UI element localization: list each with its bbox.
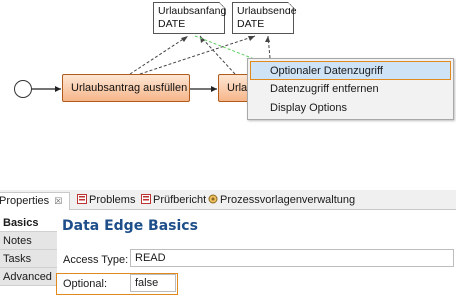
side-tab-advanced[interactable]: Advanced (0, 268, 57, 286)
access-type-field[interactable]: READ (130, 249, 454, 267)
start-event[interactable] (14, 80, 32, 98)
sequence-flow-task-arrow (211, 86, 217, 92)
menu-item-label: Optionaler Datenzugriff (270, 65, 383, 77)
tab-label: Problems (89, 194, 136, 206)
data-object-type: DATE (237, 18, 265, 30)
data-edge-arrow (265, 36, 270, 42)
menu-item-label: Display Options (270, 102, 348, 114)
menu-item-optionaler-datenzugriff[interactable]: Optionaler Datenzugriff (250, 61, 451, 80)
menu-item-display-options[interactable]: Display Options (250, 99, 451, 118)
data-object-urlaubsende[interactable]: Urlaubsende DATE (232, 2, 297, 34)
menu-item-datenzugriff-entfernen[interactable]: Datenzugriff entfernen (250, 80, 451, 99)
tab-prozessvorlagenverwaltung[interactable]: Prozessvorlagenverwaltung (205, 192, 355, 210)
tab-label: Properties (0, 195, 50, 207)
side-tab-notes[interactable]: Notes (0, 232, 57, 250)
process-templates-icon (208, 194, 218, 204)
view-tab-bar: Properties ☒ Problems Prüfbericht Prozes… (0, 190, 456, 210)
data-edge-arrow (200, 36, 205, 43)
data-edge-task1-urlaubsanfang[interactable] (129, 35, 189, 75)
tab-problems[interactable]: Problems (74, 192, 136, 210)
data-object-type: DATE (158, 18, 186, 30)
sequence-flow-start-arrow (55, 86, 61, 92)
property-section-tabs: Basics Notes Tasks Advanced (0, 214, 57, 297)
tab-label: Prüfbericht (153, 194, 207, 206)
section-title: Data Edge Basics (62, 218, 198, 234)
data-object-name: Urlaubsanfang (158, 5, 227, 17)
report-icon (141, 194, 151, 204)
side-tab-tasks[interactable]: Tasks (0, 250, 57, 268)
tab-pruefbericht[interactable]: Prüfbericht (138, 192, 207, 210)
process-diagram-canvas[interactable]: Urlaubsanfang DATE Urlaubsende DATE Urla… (0, 0, 456, 190)
context-menu: Optionaler Datenzugriff Datenzugriff ent… (247, 58, 454, 120)
problems-icon (77, 194, 87, 204)
menu-item-label: Datenzugriff entfernen (270, 83, 379, 95)
data-object-urlaubsanfang[interactable]: Urlaubsanfang DATE (153, 2, 227, 34)
optional-field[interactable]: false (130, 274, 176, 292)
properties-view: Properties ☒ Problems Prüfbericht Prozes… (0, 190, 456, 297)
close-icon[interactable]: ☒ (54, 196, 62, 206)
optional-label: Optional: (63, 278, 108, 290)
data-edge-arrow (248, 36, 255, 41)
data-edge-arrow (181, 36, 188, 42)
tab-label: Prozessvorlagenverwaltung (220, 194, 356, 206)
data-edge-task2-urlaubsanfang[interactable] (199, 35, 236, 75)
task-urlaubsantrag-ausfuellen[interactable]: Urlaubsantrag ausfüllen (62, 74, 190, 102)
tab-properties[interactable]: Properties ☒ (0, 192, 70, 210)
side-tab-basics[interactable]: Basics (0, 214, 57, 232)
data-edge-task1-urlaubsende[interactable] (139, 35, 256, 75)
access-type-label: Access Type: (63, 254, 129, 266)
data-object-name: Urlaubsende (237, 5, 297, 17)
